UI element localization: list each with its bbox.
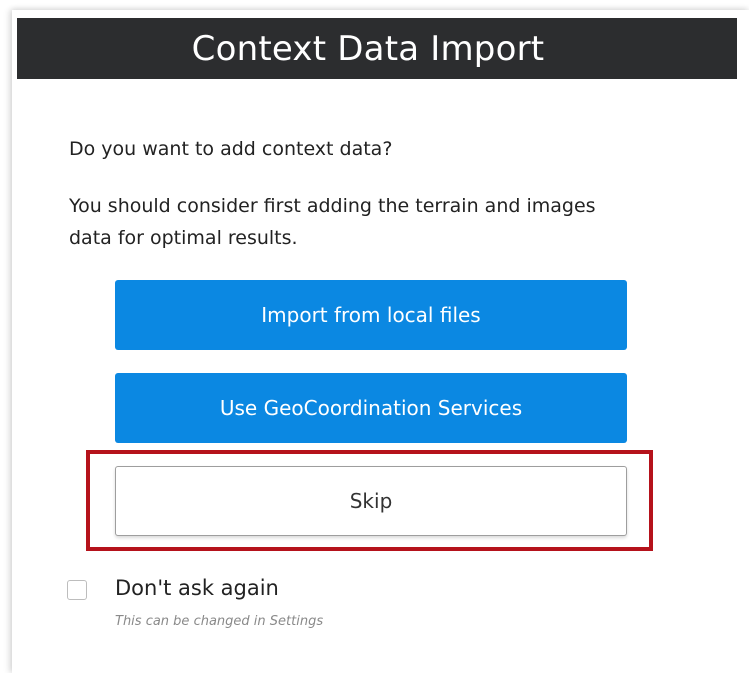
dialog-title: Context Data Import: [191, 28, 545, 69]
skip-label: Skip: [349, 489, 393, 513]
dialog-title-bar: Context Data Import: [17, 18, 737, 79]
geocoordination-services-label: Use GeoCoordination Services: [219, 396, 523, 420]
import-local-files-label: Import from local files: [261, 303, 481, 327]
dialog-advice: You should consider first adding the ter…: [69, 195, 596, 249]
dialog-question: Do you want to add context data?: [69, 138, 393, 160]
dont-ask-again-checkbox[interactable]: [67, 580, 87, 600]
settings-hint: This can be changed in Settings: [115, 614, 324, 629]
dont-ask-again-label[interactable]: Don't ask again: [115, 576, 279, 600]
geocoordination-services-button[interactable]: Use GeoCoordination Services: [115, 373, 627, 443]
skip-button[interactable]: Skip: [115, 466, 627, 536]
import-local-files-button[interactable]: Import from local files: [115, 280, 627, 350]
